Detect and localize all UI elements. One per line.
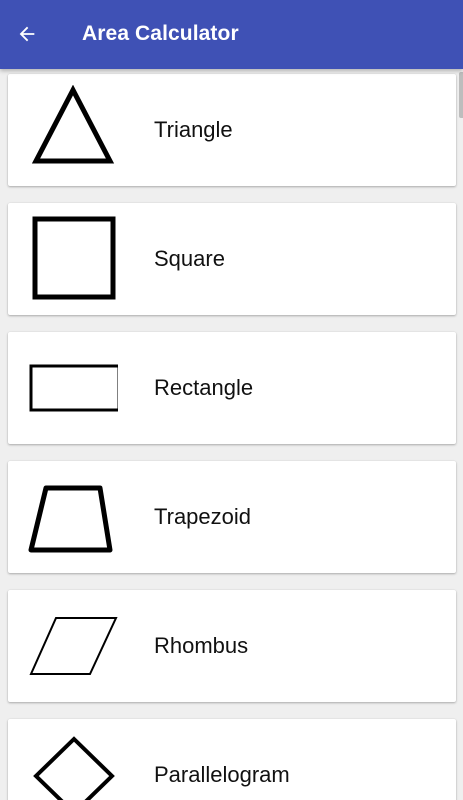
shape-list[interactable]: Triangle Square Rectangle Trapezoid Rhom… <box>0 69 463 800</box>
shape-label: Parallelogram <box>154 762 290 787</box>
triangle-icon <box>31 85 115 164</box>
shape-card-rectangle[interactable]: Rectangle <box>8 332 456 444</box>
shape-label: Triangle <box>154 117 233 142</box>
shape-label: Trapezoid <box>154 504 252 529</box>
app-bar: Area Calculator <box>0 0 463 69</box>
shape-card-trapezoid[interactable]: Trapezoid <box>8 461 456 573</box>
shape-label: Rectangle <box>154 375 254 400</box>
shape-card-triangle[interactable]: Triangle <box>8 74 456 186</box>
arrow-left-icon <box>19 26 35 42</box>
trapezoid-icon <box>28 485 113 553</box>
rhombus-icon <box>29 617 118 675</box>
shape-label: Square <box>154 246 225 271</box>
scrollbar[interactable] <box>459 72 463 118</box>
back-button[interactable] <box>10 17 44 51</box>
parallelogram-icon <box>33 736 115 800</box>
shape-card-parallelogram[interactable]: Parallelogram <box>8 719 456 800</box>
shape-card-rhombus[interactable]: Rhombus <box>8 590 456 702</box>
shape-label: Rhombus <box>154 633 249 658</box>
rectangle-icon <box>29 364 118 412</box>
page-title: Area Calculator <box>82 22 239 45</box>
square-icon <box>32 216 116 300</box>
shape-card-square[interactable]: Square <box>8 203 456 315</box>
